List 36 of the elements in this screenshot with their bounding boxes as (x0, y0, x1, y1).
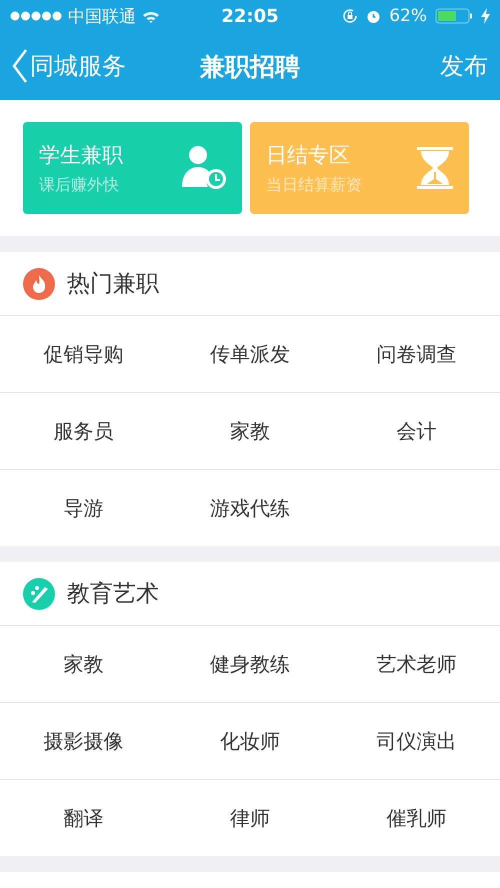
job-category-item[interactable]: 问卷调查 (370, 334, 463, 374)
battery-icon (435, 8, 474, 24)
carrier-name: 中国联通 (68, 6, 136, 28)
job-category-item[interactable]: 会计 (390, 412, 443, 450)
charging-icon (481, 8, 490, 24)
job-category-item[interactable]: 导游 (57, 488, 110, 528)
clock-time: 22:05 (221, 6, 279, 26)
alarm-icon (366, 8, 382, 24)
card-title: 日结专区 (266, 142, 351, 168)
page-title: 兼职招聘 (200, 50, 300, 82)
job-category-item[interactable]: 催乳师 (380, 798, 453, 838)
job-category-item[interactable]: 健身教练 (204, 644, 296, 684)
chevron-left-icon (12, 49, 28, 83)
card-title: 学生兼职 (39, 142, 123, 168)
job-category-item[interactable]: 艺术老师 (370, 644, 463, 684)
card-subtitle: 课后赚外快 (39, 174, 120, 196)
job-category-item[interactable]: 传单派发 (204, 334, 296, 374)
job-category-item[interactable]: 促销导购 (37, 334, 130, 374)
job-category-item[interactable]: 家教 (57, 644, 110, 684)
job-category-item[interactable]: 摄影摄像 (37, 722, 130, 760)
person-clock-icon (180, 145, 226, 191)
job-category-item[interactable]: 律师 (224, 798, 276, 838)
job-category-item[interactable]: 司仪演出 (370, 722, 463, 760)
section-title: 热门兼职 (67, 270, 159, 299)
job-category-item[interactable]: 翻译 (57, 798, 110, 838)
signal-icon (10, 11, 62, 21)
wifi-icon (142, 10, 160, 22)
rotation-lock-icon (342, 8, 358, 24)
job-category-item[interactable]: 服务员 (47, 412, 120, 450)
job-category-item[interactable]: 家教 (224, 412, 276, 450)
card-subtitle: 当日结算薪资 (266, 174, 362, 196)
job-category-item[interactable]: 游戏代练 (204, 488, 296, 528)
battery-percent: 62% (389, 6, 428, 26)
job-category-item[interactable]: 化妆师 (214, 722, 286, 760)
section-title: 教育艺术 (67, 580, 159, 609)
hourglass-icon (417, 147, 453, 189)
